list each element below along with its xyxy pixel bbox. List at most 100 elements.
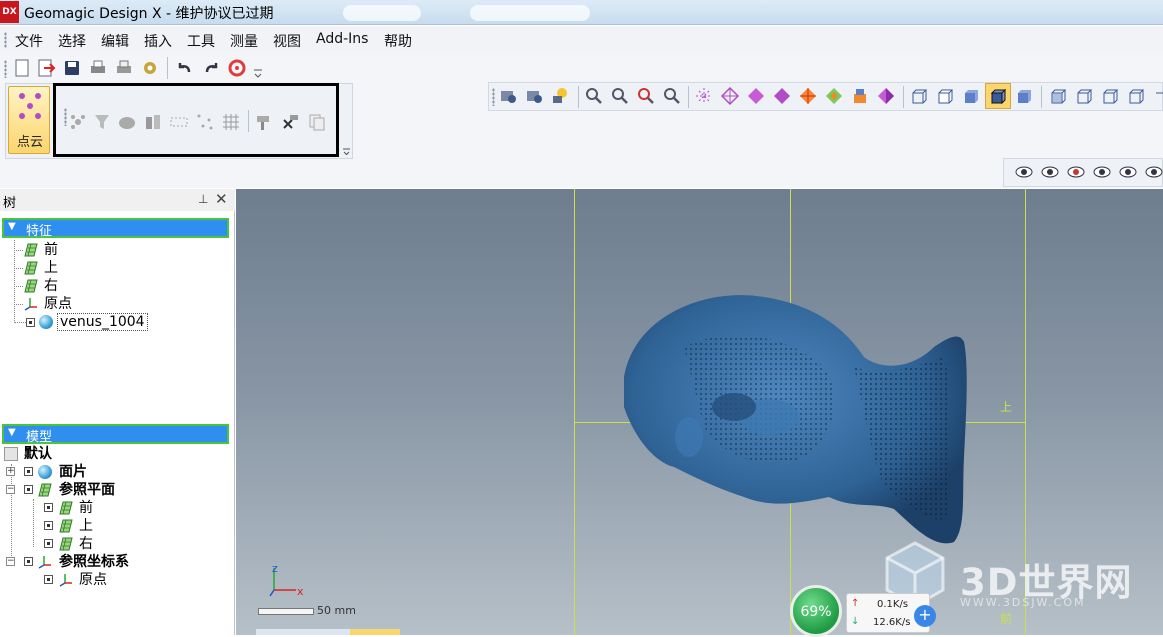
memory-usage-circle[interactable]: 69% <box>790 585 842 637</box>
menu-addins[interactable]: Add-Ins <box>316 31 368 47</box>
menu-insert[interactable]: 插入 <box>144 31 172 51</box>
shaded-edges-icon[interactable] <box>988 86 1008 106</box>
view-toolbar-grip[interactable] <box>492 88 495 106</box>
show-points-icon[interactable] <box>1014 162 1034 182</box>
model-row-plane-front[interactable]: 前 <box>44 499 204 517</box>
copy-icon[interactable] <box>307 112 327 132</box>
view-left-icon[interactable] <box>1100 86 1120 106</box>
trim-icon[interactable] <box>143 112 163 132</box>
visibility-toggle-icon[interactable] <box>44 539 53 548</box>
print-setup-icon[interactable] <box>114 58 134 78</box>
model-group-header[interactable]: ▼ 模型 <box>2 424 229 445</box>
shaded-icon[interactable] <box>961 86 981 106</box>
import-icon[interactable] <box>36 58 56 78</box>
hammer-icon[interactable] <box>254 112 274 132</box>
new-file-icon[interactable] <box>12 58 32 78</box>
redo-icon[interactable] <box>201 58 221 78</box>
undo-icon[interactable] <box>175 58 195 78</box>
point-cloud-button[interactable]: 点云 <box>8 86 50 154</box>
visibility-toggle-icon[interactable] <box>26 318 35 327</box>
view-eye-icon[interactable] <box>498 86 518 106</box>
tab-strip-active[interactable] <box>350 629 400 635</box>
collapse-icon[interactable]: − <box>6 557 15 566</box>
visibility-toggle-icon[interactable] <box>44 503 53 512</box>
menu-edit[interactable]: 编辑 <box>101 31 129 51</box>
menu-select[interactable]: 选择 <box>58 31 86 51</box>
menu-measure[interactable]: 测量 <box>230 31 258 51</box>
view-right-icon[interactable] <box>1126 86 1146 106</box>
feature-mesh-venus[interactable]: venus_1004 <box>26 313 156 331</box>
model-row-default[interactable]: 默认 <box>4 445 204 463</box>
mesh-grid-icon[interactable] <box>221 112 241 132</box>
select-all-icon[interactable] <box>876 86 896 106</box>
visibility-toggle-icon[interactable] <box>24 485 33 494</box>
smooth-icon[interactable] <box>117 112 137 132</box>
show-body-icon[interactable] <box>1092 162 1112 182</box>
pin-icon[interactable]: ⊥ <box>198 192 208 206</box>
select-body-icon[interactable] <box>824 86 844 106</box>
visibility-toggle-icon[interactable] <box>44 521 53 530</box>
group-overflow-icon[interactable] <box>342 146 351 156</box>
feature-origin[interactable]: 原点 <box>24 295 224 313</box>
zoom-selection-icon[interactable] <box>662 86 682 106</box>
view-back-icon[interactable] <box>1074 86 1094 106</box>
select-face-icon[interactable] <box>772 86 792 106</box>
zoom-box-icon[interactable] <box>636 86 656 106</box>
select-feature-icon[interactable] <box>850 86 870 106</box>
visibility-toggle-icon[interactable] <box>44 575 53 584</box>
collapse-icon[interactable]: ▼ <box>8 427 16 438</box>
visibility-toggle-icon[interactable] <box>24 467 33 476</box>
scanned-model[interactable] <box>614 287 984 549</box>
menu-tools[interactable]: 工具 <box>187 31 215 51</box>
menu-file[interactable]: 文件 <box>15 31 43 51</box>
save-icon[interactable] <box>62 58 82 78</box>
network-monitor[interactable]: ↑ 0.1K/s ↓ 12.6K/s 69% + <box>790 585 950 637</box>
noise-icon[interactable] <box>195 112 215 132</box>
view-eye-icon[interactable] <box>524 86 544 106</box>
show-ref-icon[interactable] <box>1144 162 1163 182</box>
light-icon[interactable] <box>550 86 570 106</box>
model-row-mesh[interactable]: + 面片 <box>6 463 206 481</box>
feature-group-header[interactable]: ▼ 特征 <box>2 218 229 239</box>
model-row-ref-coord[interactable]: − 参照坐标系 <box>6 553 206 571</box>
boundary-icon[interactable] <box>169 112 189 132</box>
model-row-plane-top[interactable]: 上 <box>44 517 204 535</box>
feature-plane-right[interactable]: 右 <box>24 277 224 295</box>
transparent-icon[interactable] <box>1014 86 1034 106</box>
delete-icon[interactable] <box>280 112 300 132</box>
options-icon[interactable] <box>140 58 160 78</box>
view-top-icon[interactable] <box>1152 86 1163 106</box>
model-row-origin[interactable]: 原点 <box>44 571 204 589</box>
visibility-toggle-icon[interactable] <box>24 557 33 566</box>
collapse-icon[interactable]: ▼ <box>8 221 16 232</box>
menu-help[interactable]: 帮助 <box>384 31 412 51</box>
show-region-icon[interactable] <box>1066 162 1086 182</box>
show-sketch-icon[interactable] <box>1118 162 1138 182</box>
select-vertex-icon[interactable] <box>720 86 740 106</box>
boost-icon[interactable]: + <box>914 605 936 627</box>
wireframe-icon[interactable] <box>909 86 929 106</box>
feature-plane-top[interactable]: 上 <box>24 259 224 277</box>
model-row-plane-right[interactable]: 右 <box>44 535 204 553</box>
close-icon[interactable]: ✕ <box>215 190 228 208</box>
collapse-icon[interactable]: − <box>6 485 15 494</box>
expand-icon[interactable]: + <box>6 467 15 476</box>
menu-view[interactable]: 视图 <box>273 31 301 51</box>
toolbar-grip[interactable] <box>4 60 7 78</box>
filter-icon[interactable] <box>92 112 112 132</box>
view-front-icon[interactable] <box>1048 86 1068 106</box>
regenerate-icon[interactable] <box>227 58 247 78</box>
zoom-fit-icon[interactable] <box>584 86 604 106</box>
show-mesh-icon[interactable] <box>1040 162 1060 182</box>
print-icon[interactable] <box>88 58 108 78</box>
model-row-ref-planes[interactable]: − 参照平面 <box>6 481 206 499</box>
toolbar-overflow-icon[interactable] <box>252 64 264 80</box>
sampling-icon[interactable] <box>68 112 88 132</box>
select-edge-icon[interactable] <box>746 86 766 106</box>
hidden-line-icon[interactable] <box>935 86 955 106</box>
select-region-icon[interactable] <box>798 86 818 106</box>
menu-grip[interactable] <box>4 32 7 48</box>
feature-plane-front[interactable]: 前 <box>24 241 224 259</box>
zoom-in-icon[interactable] <box>610 86 630 106</box>
select-points-icon[interactable] <box>694 86 714 106</box>
